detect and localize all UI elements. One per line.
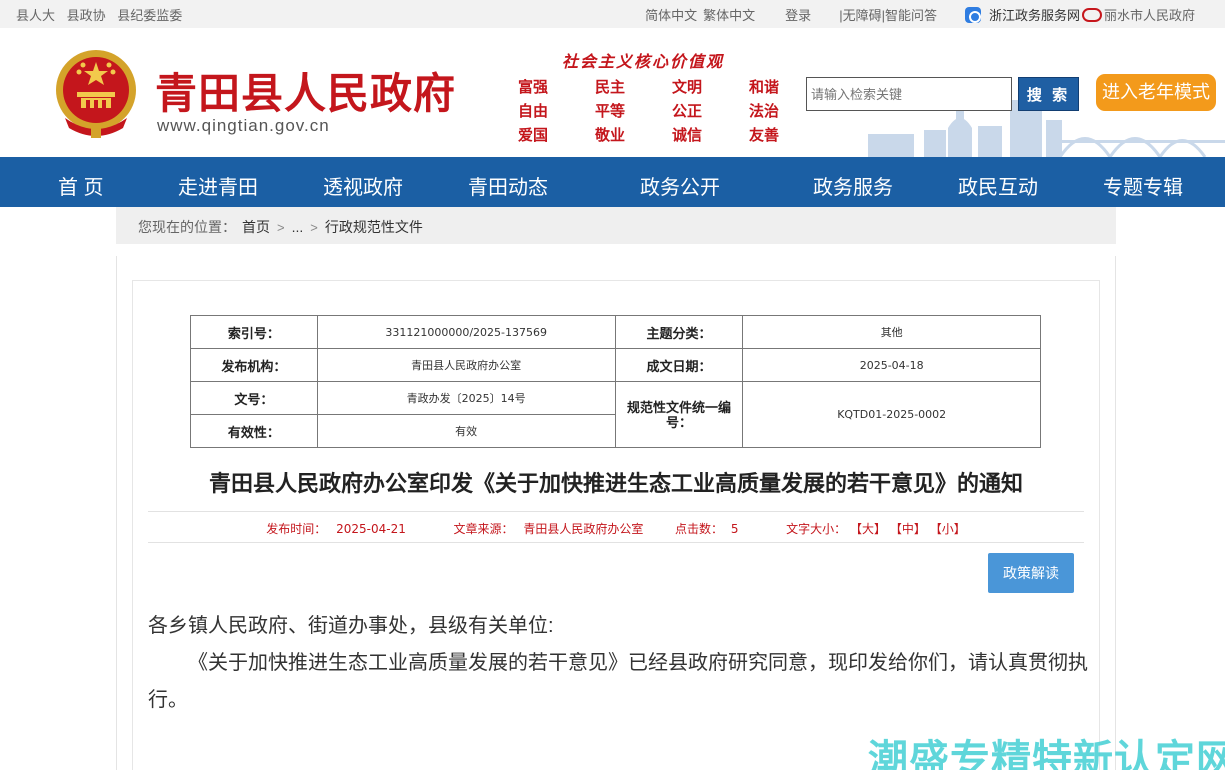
top-utility-bar: 县人大 县政协 县纪委监委 简体中文 繁体中文 登录 |无障碍| 智能问答 浙江… [0, 0, 1225, 28]
core-values-grid: 富强 民主 文明 和谐 自由 平等 公正 法治 爱国 敬业 诚信 友善 [518, 76, 788, 145]
simplified-chinese-link[interactable]: 简体中文 [645, 5, 697, 24]
login-link[interactable]: 登录 [785, 5, 811, 24]
doc-no-label: 文号： [190, 381, 318, 415]
article-body: 各乡镇人民政府、街道办事处，县级有关单位: 《关于加快推进生态工业高质量发展的若… [148, 608, 1088, 719]
article-title: 青田县人民政府办公室印发《关于加快推进生态工业高质量发展的若干意见》的通知 [208, 471, 1023, 496]
watermark: 潮盛专精特新认定网 [868, 738, 1225, 770]
index-no-value: 331121000000/2025-137569 [316, 315, 616, 349]
table-row: 发布机构： 青田县人民政府办公室 成文日期： 2025-04-18 [190, 348, 1041, 382]
core-value: 富强 [518, 79, 549, 96]
search-input[interactable] [806, 77, 1012, 111]
site-url: www.qingtian.gov.cn [157, 116, 330, 135]
date-label: 成文日期： [614, 348, 744, 382]
divider [148, 511, 1084, 512]
lishui-gov-link[interactable]: 丽水市人民政府 [1104, 5, 1195, 24]
breadcrumb-ellipsis[interactable]: ... [292, 219, 304, 235]
date-value: 2025-04-18 [742, 348, 1041, 382]
breadcrumb-label: 您现在的位置： [138, 219, 236, 235]
breadcrumb-current[interactable]: 行政规范性文件 [325, 217, 423, 237]
core-value: 文明 [672, 79, 703, 96]
code-value: KQTD01-2025-0002 [742, 381, 1041, 448]
validity-value: 有效 [316, 414, 616, 448]
publisher-label: 发布机构： [190, 348, 318, 382]
core-value: 诚信 [672, 127, 703, 144]
document-meta-table: 索引号： 331121000000/2025-137569 主题分类： 其他 发… [190, 315, 1041, 448]
font-size-label: 文字大小： [786, 522, 847, 536]
core-value: 友善 [749, 127, 780, 144]
nav-gov-affairs-open[interactable]: 政务公开 [640, 171, 720, 200]
clicks-label: 点击数： [675, 522, 724, 536]
core-value: 平等 [595, 103, 626, 120]
nav-news[interactable]: 青田动态 [468, 171, 548, 200]
index-no-label: 索引号： [190, 315, 318, 349]
site-header: 青田县人民政府 www.qingtian.gov.cn 社会主义核心价值观 富强… [0, 28, 1225, 157]
policy-interpretation-button[interactable]: 政策解读 [988, 553, 1074, 593]
nav-gov-services[interactable]: 政务服务 [813, 171, 893, 200]
body-paragraph: 《关于加快推进生态工业高质量发展的若干意见》已经县政府研究同意，现印发给你们，请… [148, 652, 1088, 711]
breadcrumb: 您现在的位置： 首页 > ... > 行政规范性文件 [116, 207, 1116, 244]
utility-links: 简体中文 繁体中文 登录 |无障碍| 智能问答 浙江政务服务网 丽水市人民政府 [645, 5, 1195, 24]
link-county-congress[interactable]: 县人大 [16, 8, 55, 23]
table-row: 文号： 青政办发〔2025〕14号 规范性文件统一编号： KQTD01-2025… [190, 381, 1041, 448]
zhejiang-service-link[interactable]: 浙江政务服务网 [989, 5, 1080, 24]
core-value: 敬业 [595, 127, 626, 144]
publish-time-label: 发布时间： [266, 522, 327, 536]
core-value: 自由 [518, 103, 549, 120]
link-county-cppcc[interactable]: 县政协 [67, 8, 106, 23]
smart-qa-link[interactable]: 智能问答 [885, 5, 937, 24]
source-value: 青田县人民政府办公室 [523, 522, 644, 536]
nav-about-qingtian[interactable]: 走进青田 [178, 171, 258, 200]
source-label: 文章来源： [453, 522, 514, 536]
publisher-value: 青田县人民政府办公室 [316, 348, 616, 382]
nav-home[interactable]: 首 页 [58, 171, 104, 200]
topic-value: 其他 [742, 315, 1041, 349]
doc-no-value: 青政办发〔2025〕14号 [316, 381, 616, 415]
zhejiang-service-icon [964, 6, 981, 23]
font-size-large[interactable]: 【大】 [850, 522, 886, 536]
main-nav: 首 页 走进青田 透视政府 青田动态 政务公开 政务服务 政民互动 专题专辑 [0, 157, 1225, 207]
national-emblem-icon [56, 50, 136, 138]
salutation: 各乡镇人民政府、街道办事处，县级有关单位: [148, 615, 554, 637]
table-row: 索引号： 331121000000/2025-137569 主题分类： 其他 [190, 315, 1041, 349]
code-label: 规范性文件统一编号： [614, 381, 744, 448]
font-size-small[interactable]: 【小】 [930, 522, 966, 536]
core-value: 公正 [672, 103, 703, 120]
lishui-logo-icon [1081, 7, 1102, 22]
core-value: 爱国 [518, 127, 549, 144]
nav-government[interactable]: 透视政府 [323, 171, 403, 200]
validity-label: 有效性： [190, 414, 318, 448]
chevron-right-icon: > [310, 219, 318, 235]
font-size-medium[interactable]: 【中】 [890, 522, 926, 536]
divider [148, 542, 1084, 543]
chevron-right-icon: > [277, 219, 285, 235]
search-button[interactable]: 搜 索 [1018, 77, 1079, 111]
core-value: 民主 [595, 79, 626, 96]
breadcrumb-home[interactable]: 首页 [242, 217, 270, 237]
core-values-title: 社会主义核心价值观 [562, 54, 725, 71]
related-sites: 县人大 县政协 县纪委监委 [16, 5, 190, 24]
article-info-line: 发布时间： 2025-04-21 文章来源： 青田县人民政府办公室 点击数： 5… [148, 520, 1084, 537]
traditional-chinese-link[interactable]: 繁体中文 [703, 5, 755, 24]
topic-label: 主题分类： [614, 315, 744, 349]
accessibility-link[interactable]: |无障碍| [839, 5, 885, 24]
link-county-discipline[interactable]: 县纪委监委 [117, 8, 182, 23]
publish-time-value: 2025-04-21 [336, 522, 406, 536]
nav-interaction[interactable]: 政民互动 [958, 171, 1038, 200]
clicks-value: 5 [730, 522, 739, 536]
nav-special-topics[interactable]: 专题专辑 [1103, 171, 1183, 200]
elder-mode-button[interactable]: 进入老年模式 [1096, 74, 1216, 111]
site-title: 青田县人民政府 [155, 69, 457, 118]
